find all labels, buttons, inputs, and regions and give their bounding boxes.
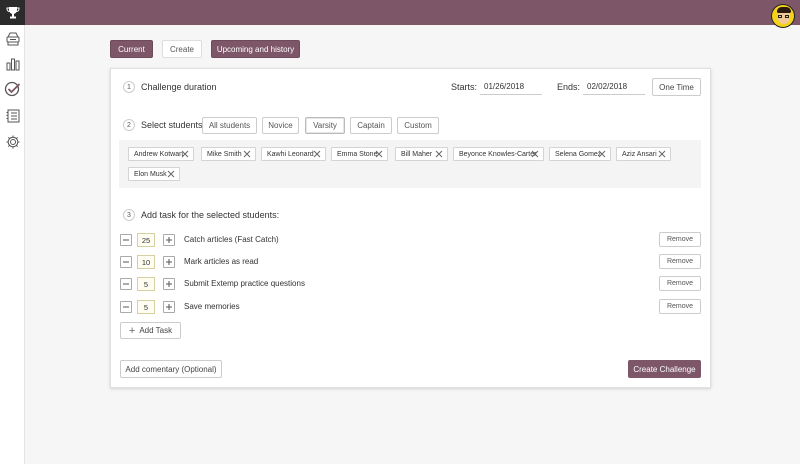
step-number-1: 1 [123, 81, 135, 93]
duration-title: Challenge duration [141, 82, 217, 92]
add-task-label: Add Task [139, 326, 173, 335]
decrement-button[interactable] [120, 278, 132, 290]
add-commentary-button[interactable]: Add comentary (Optional) [120, 360, 222, 378]
task-name: Catch articles (Fast Catch) [184, 235, 279, 244]
decrement-button[interactable] [120, 301, 132, 313]
close-icon[interactable] [435, 150, 443, 158]
task-name: Save memories [184, 302, 240, 311]
student-chip: Emma Stone [331, 147, 388, 161]
plus-icon [166, 304, 172, 310]
close-icon[interactable] [531, 150, 539, 158]
remove-task-button[interactable]: Remove [659, 299, 701, 314]
student-chip: Selena Gomez [549, 147, 611, 161]
student-chip-label: Andrew Kotwan [134, 150, 184, 158]
minus-icon [123, 239, 129, 241]
increment-button[interactable] [163, 301, 175, 313]
top-bar [0, 0, 800, 28]
ends-label: Ends: [557, 82, 581, 92]
student-chip-label: Selena Gomez [555, 150, 602, 158]
avatar-hair [777, 7, 791, 13]
student-chip: Bill Maher [395, 147, 448, 161]
starts-label: Starts: [451, 82, 478, 92]
plus-icon [166, 237, 172, 243]
close-icon[interactable] [658, 150, 666, 158]
trophy-icon[interactable] [0, 0, 25, 25]
group-novice[interactable]: Novice [262, 117, 299, 134]
tab-create[interactable]: Create [162, 40, 202, 58]
inbox-icon[interactable] [3, 29, 22, 48]
close-icon[interactable] [181, 150, 189, 158]
student-chip: Aziz Ansari [616, 147, 671, 161]
close-icon[interactable] [598, 150, 606, 158]
plus-icon: + [128, 324, 136, 337]
end-date-input[interactable]: 02/02/2018 [583, 79, 645, 95]
quantity-input[interactable]: 10 [137, 255, 155, 269]
list-icon[interactable] [3, 106, 22, 125]
student-chip-label: Kawhi Leonard [267, 150, 314, 158]
close-icon[interactable] [313, 150, 321, 158]
tasks-title: Add task for the selected students: [141, 210, 280, 220]
minus-icon [123, 261, 129, 263]
decrement-button[interactable] [120, 234, 132, 246]
remove-task-button[interactable]: Remove [659, 276, 701, 291]
student-chip-label: Beyonce Knowles-Carter [459, 150, 537, 158]
group-custom[interactable]: Custom [397, 117, 439, 134]
task-name: Mark articles as read [184, 257, 259, 266]
student-chip: Mike Smith [201, 147, 256, 161]
close-icon[interactable] [375, 150, 383, 158]
remove-task-button[interactable]: Remove [659, 254, 701, 269]
gear-icon[interactable] [3, 132, 22, 151]
bar-chart-icon[interactable] [3, 54, 22, 73]
one-time-button[interactable]: One Time [652, 78, 701, 96]
increment-button[interactable] [163, 256, 175, 268]
tab-current[interactable]: Current [110, 40, 153, 58]
student-chip: Beyonce Knowles-Carter [453, 147, 544, 161]
increment-button[interactable] [163, 234, 175, 246]
step-number-2: 2 [123, 119, 135, 131]
students-title: Select students [141, 120, 203, 130]
increment-button[interactable] [163, 278, 175, 290]
quantity-input[interactable]: 5 [137, 300, 155, 314]
student-chip-label: Mike Smith [207, 150, 242, 158]
student-chip: Andrew Kotwan [128, 147, 194, 161]
plus-icon [166, 281, 172, 287]
avatar-glasses-right [785, 15, 789, 18]
tab-upcoming-history[interactable]: Upcoming and history [211, 40, 300, 58]
add-task-button[interactable]: + Add Task [120, 322, 181, 339]
student-chip: Elon Musk [128, 167, 180, 181]
student-chip-label: Elon Musk [134, 170, 167, 178]
check-circle-icon[interactable] [3, 79, 22, 98]
sidebar [0, 25, 25, 464]
close-icon[interactable] [167, 170, 175, 178]
remove-task-button[interactable]: Remove [659, 232, 701, 247]
challenge-form-card [110, 68, 711, 388]
quantity-input[interactable]: 25 [137, 233, 155, 247]
group-varsity[interactable]: Varsity [305, 117, 345, 134]
close-icon[interactable] [243, 150, 251, 158]
decrement-button[interactable] [120, 256, 132, 268]
step-number-3: 3 [123, 209, 135, 221]
group-captain[interactable]: Captain [350, 117, 392, 134]
task-name: Submit Extemp practice questions [184, 279, 305, 288]
minus-icon [123, 306, 129, 308]
quantity-input[interactable]: 5 [137, 277, 155, 291]
student-chip: Kawhi Leonard [261, 147, 326, 161]
student-chip-label: Aziz Ansari [622, 150, 657, 158]
avatar-glasses-left [778, 15, 782, 18]
user-avatar[interactable] [771, 4, 795, 28]
minus-icon [123, 283, 129, 285]
student-chip-label: Emma Stone [337, 150, 378, 158]
group-all-students[interactable]: All students [202, 117, 257, 134]
create-challenge-button[interactable]: Create Challenge [628, 360, 701, 378]
student-chip-label: Bill Maher [401, 150, 433, 158]
plus-icon [166, 259, 172, 265]
start-date-input[interactable]: 01/26/2018 [480, 79, 542, 95]
